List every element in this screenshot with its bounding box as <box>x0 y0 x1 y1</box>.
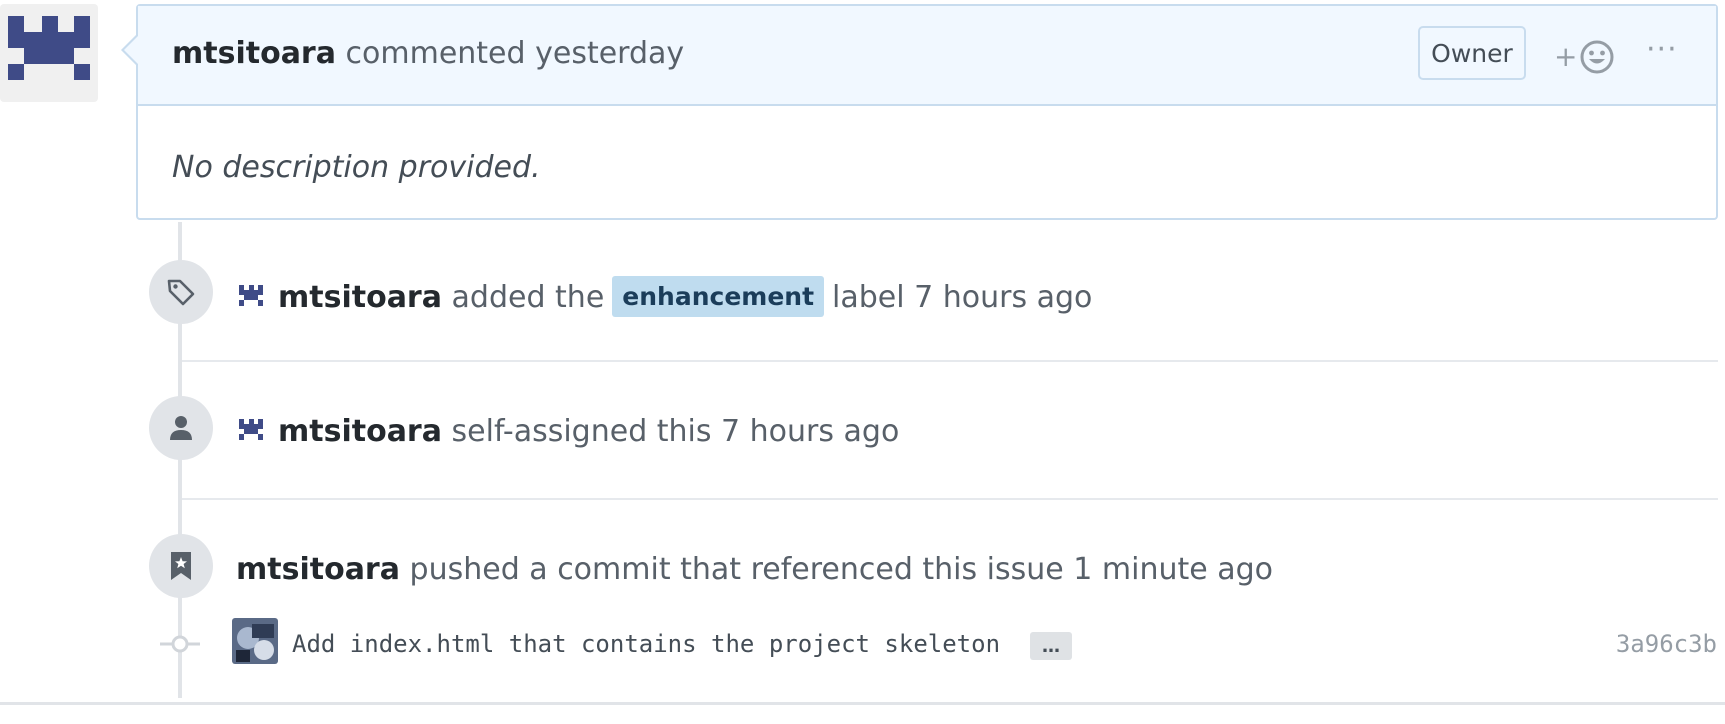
event-text: pushed a commit that referenced this iss… <box>409 552 1274 587</box>
event-text-pre: added the <box>451 280 605 315</box>
event-actor-link[interactable]: mtsitoara <box>278 280 442 315</box>
event-text-post: label 7 hours ago <box>832 280 1093 315</box>
event-referenced: mtsitoara pushed a commit that reference… <box>236 552 1273 587</box>
bookmark-icon <box>171 552 191 580</box>
enhancement-label[interactable]: enhancement <box>612 276 825 317</box>
author-avatar[interactable] <box>0 4 98 102</box>
comment-box: mtsitoara commented yesterday Owner + ··… <box>121 4 1718 220</box>
owner-badge: Owner <box>1418 26 1526 80</box>
add-reaction-button[interactable]: + <box>1554 38 1615 76</box>
comment-action: commented <box>345 36 526 71</box>
timeline-divider <box>182 360 1718 362</box>
event-labeled: mtsitoara added the enhancement label 7 ho… <box>236 276 1092 317</box>
comment-meta: mtsitoara commented yesterday <box>172 36 684 71</box>
actor-avatar[interactable] <box>236 281 266 311</box>
person-icon <box>170 416 192 440</box>
commit-message-link[interactable]: Add index.html that contains the project… <box>292 630 1000 658</box>
commit-author-avatar[interactable] <box>232 618 278 664</box>
event-text: self-assigned this 7 hours ago <box>451 414 900 449</box>
smiley-icon <box>1580 40 1614 74</box>
event-actor-link[interactable]: mtsitoara <box>236 552 400 587</box>
person-badge <box>149 396 213 460</box>
bottom-divider <box>0 702 1725 705</box>
plus-icon: + <box>1554 40 1578 73</box>
commit-node-icon <box>160 634 200 654</box>
timeline-divider <box>182 498 1718 500</box>
more-options-button[interactable]: ··· <box>1646 32 1678 67</box>
comment-body: No description provided. <box>172 150 541 185</box>
comment-header: mtsitoara commented yesterday Owner + ··… <box>124 6 1716 106</box>
event-actor-link[interactable]: mtsitoara <box>278 414 442 449</box>
commit-sha-link[interactable]: 3a96c3b <box>1616 630 1717 658</box>
event-assigned: mtsitoara self-assigned this 7 hours ago <box>236 414 899 449</box>
actor-avatar[interactable] <box>236 415 266 445</box>
comment-author-link[interactable]: mtsitoara <box>172 36 336 71</box>
bookmark-badge <box>149 534 213 598</box>
tag-icon <box>167 279 195 306</box>
tag-badge <box>149 260 213 324</box>
expand-commit-button[interactable]: … <box>1030 632 1072 660</box>
comment-time-link[interactable]: yesterday <box>535 36 684 71</box>
